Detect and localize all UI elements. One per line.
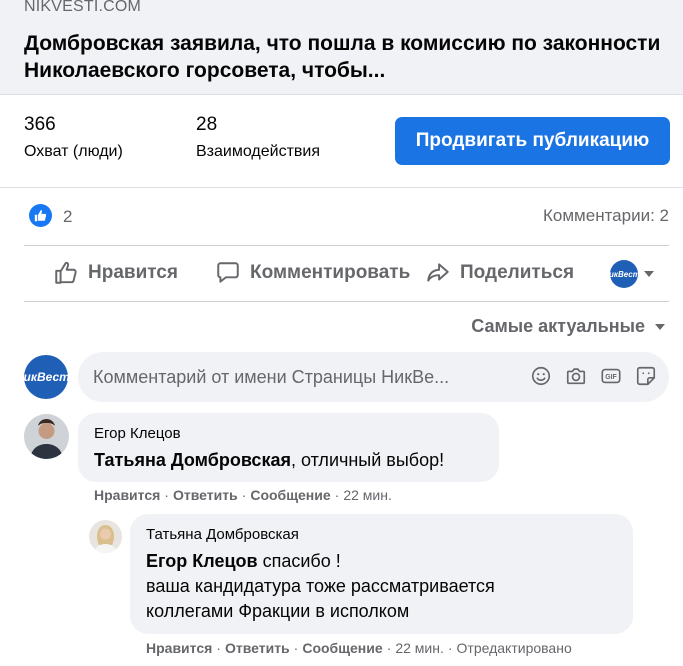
comment-body-line1: спасибо ! [257,551,341,571]
mention-link[interactable]: Егор Клецов [146,551,258,571]
link-domain: NIKVESTI.COM [24,0,142,15]
comment-body-line2: ваша кандидатура тоже рассматривается [146,576,495,596]
like-button[interactable]: Нравится [53,260,178,286]
comment-text: Егор Клецов спасибо ! ваша кандидатура т… [146,549,617,624]
comment-bubble: Егор Клецов Татьяна Домбровская, отличны… [78,413,499,482]
comment-message-link[interactable]: Сообщение [302,640,382,656]
engagement-value: 28 [196,114,218,135]
comment-sort-dropdown[interactable]: Самые актуальные [471,316,665,337]
comment-body: , отличный выбор! [290,450,445,470]
comment-reply-link[interactable]: Ответить [225,640,290,656]
boost-post-button[interactable]: Продвигать публикацию [395,117,670,165]
comment-reply-link[interactable]: Ответить [173,487,238,503]
comments-count[interactable]: Комментарии: 2 [543,206,669,226]
thumbs-up-icon [55,261,77,284]
comment-placeholder: Комментарий от имени Страницы НикВе... [93,366,450,387]
post-insights: 366 Охват (люди) 28 Взаимодействия Продв… [0,96,683,188]
engagement-label: Взаимодействия [196,143,320,160]
page-selector[interactable]: НикВести [603,260,654,288]
comment-meta: Нравится · Ответить · Сообщение · 22 мин. [94,487,392,503]
mention-link[interactable]: Татьяна Домбровская [94,450,291,470]
reach-label: Охват (люди) [24,143,123,160]
share-button[interactable]: Поделиться [425,260,574,286]
page-avatar[interactable]: НикВести [15,355,77,399]
divider [24,301,669,302]
engagement-stat[interactable]: 28 Взаимодействия [196,114,320,161]
comment-author[interactable]: Егор Клецов [94,425,483,442]
comment-input[interactable]: Комментарий от имени Страницы НикВе... G… [78,352,669,402]
sort-label: Самые актуальные [471,316,645,336]
sticker-icon[interactable] [635,365,657,387]
share-icon [427,263,449,282]
emoji-icon[interactable] [530,365,552,387]
gif-icon[interactable]: GIF [600,365,622,387]
composer-icons: GIF [530,365,657,387]
avatar[interactable] [89,520,122,553]
camera-icon[interactable] [565,365,587,387]
comment-button[interactable]: Комментировать [215,260,410,286]
comment-icon [217,262,239,283]
edited-label[interactable]: Отредактировано [457,640,572,656]
chevron-down-icon [655,323,665,330]
comment-like-link[interactable]: Нравится [146,640,212,656]
chevron-down-icon [644,271,654,277]
link-preview[interactable]: NIKVESTI.COM Домбровская заявила, что по… [0,0,683,95]
comment-author[interactable]: Татьяна Домбровская [146,526,617,543]
reach-value: 366 [24,114,56,135]
svg-text:GIF: GIF [605,374,616,381]
like-label: Нравится [88,262,178,283]
comment-timestamp[interactable]: 22 мин. [343,487,392,503]
comment-bubble: Татьяна Домбровская Егор Клецов спасибо … [130,514,633,634]
comment-text: Татьяна Домбровская, отличный выбор! [94,448,483,473]
comment-label: Комментировать [250,262,411,283]
avatar[interactable] [24,414,69,459]
comment-meta: Нравится · Ответить · Сообщение · 22 мин. · Отре… [146,640,572,656]
reaction-count[interactable]: 2 [63,207,72,227]
reach-stat[interactable]: 366 Охват (люди) [24,114,123,161]
comment-composer: НикВести Комментарий от имени Страницы Н… [15,352,669,402]
action-bar: Нравится Комментировать Поделиться НикВе… [0,246,683,302]
share-label: Поделиться [460,262,575,283]
link-title[interactable]: Домбровская заявила, что пошла в комисси… [24,30,664,84]
comment-timestamp[interactable]: 22 мин. [395,640,444,656]
reactions-summary: 2 Комментарии: 2 [0,199,683,235]
comment-like-link[interactable]: Нравится [94,487,160,503]
comment-message-link[interactable]: Сообщение [250,487,330,503]
like-reaction-icon[interactable] [29,204,52,227]
page-avatar: НикВести [603,260,645,288]
comment-body-line3: коллегами Фракции в исполком [146,601,410,621]
